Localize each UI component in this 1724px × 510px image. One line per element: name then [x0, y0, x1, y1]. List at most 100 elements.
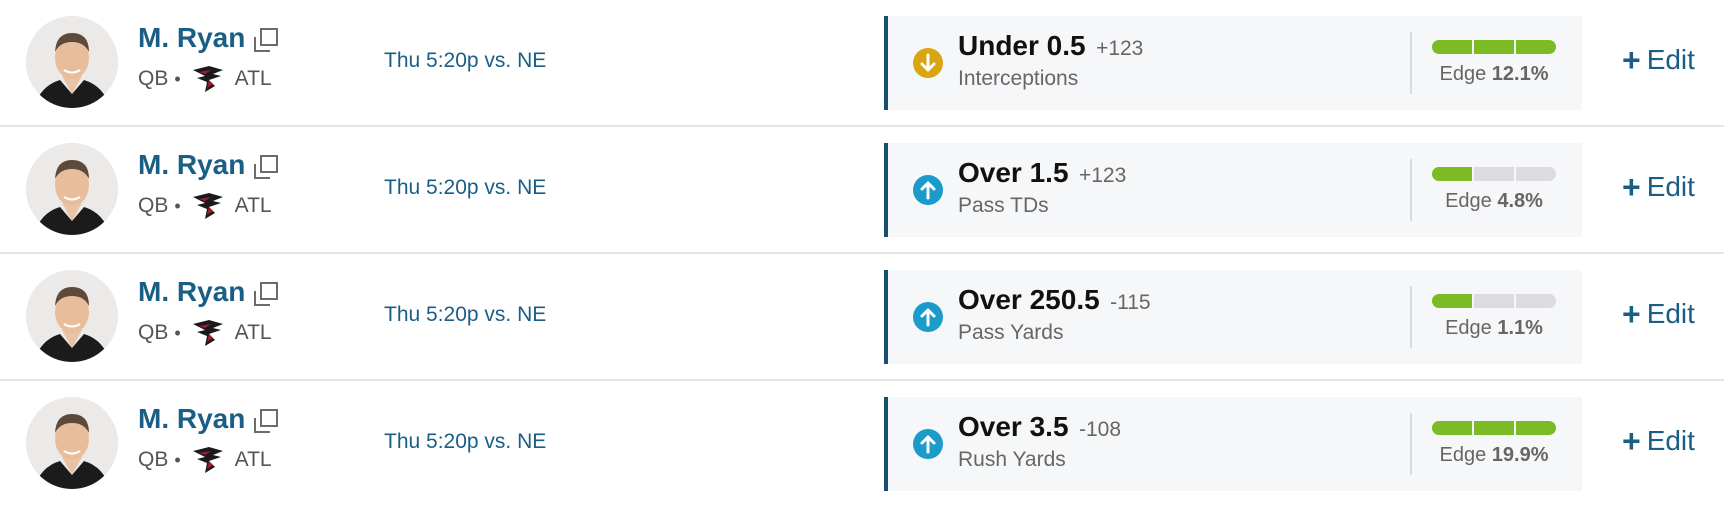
- game-info[interactable]: Thu 5:20p vs. NE: [384, 303, 546, 327]
- edit-button[interactable]: + Edit: [1622, 44, 1695, 76]
- prop-row: M. Ryan QB • ATL Thu 5:20p vs. NE Over 3…: [0, 381, 1724, 508]
- player-avatar: [26, 397, 118, 489]
- edge-meter: [1432, 294, 1556, 308]
- pick-card: Over 3.5 -108 Rush Yards Edge 19.9%: [884, 397, 1582, 491]
- edit-button[interactable]: + Edit: [1622, 425, 1695, 457]
- separator-dot: •: [174, 195, 181, 216]
- odds: -108: [1078, 418, 1122, 441]
- edge-meter-segment: [1432, 294, 1472, 308]
- team-abbr: ATL: [234, 194, 272, 217]
- falcons-logo-icon: [192, 447, 223, 473]
- edge-text: Edge 4.8%: [1412, 190, 1576, 213]
- game-info[interactable]: Thu 5:20p vs. NE: [384, 49, 546, 73]
- player-position: QB: [138, 448, 169, 471]
- player-name[interactable]: M. Ryan: [138, 403, 245, 435]
- player-meta: QB • ATL: [138, 64, 272, 94]
- pick-line: Under 0.5 +123: [958, 30, 1143, 62]
- player-meta: QB • ATL: [138, 445, 272, 475]
- arrow-down-circle-icon: [913, 48, 943, 78]
- falcons-logo-icon: [192, 193, 223, 219]
- edit-label: Edit: [1646, 44, 1695, 75]
- line-label: Over 250.5: [958, 284, 1100, 315]
- plus-icon: +: [1622, 42, 1641, 78]
- edge-meter-segment: [1432, 167, 1472, 181]
- game-info[interactable]: Thu 5:20p vs. NE: [384, 176, 546, 200]
- edge-meter: [1432, 421, 1556, 435]
- player-avatar: [26, 16, 118, 108]
- line-label: Under 0.5: [958, 30, 1086, 61]
- edge-meter-segment: [1516, 421, 1556, 435]
- external-link-icon[interactable]: [252, 153, 280, 181]
- pick-card: Over 250.5 -115 Pass Yards Edge 1.1%: [884, 270, 1582, 364]
- edge-meter-segment: [1516, 294, 1556, 308]
- external-link-icon[interactable]: [252, 407, 280, 435]
- arrow-up-circle-icon: [913, 302, 943, 332]
- edge-label: Edge: [1439, 63, 1487, 85]
- edge-meter-segment: [1516, 167, 1556, 181]
- edge-text: Edge 1.1%: [1412, 317, 1576, 340]
- game-info[interactable]: Thu 5:20p vs. NE: [384, 430, 546, 454]
- stat-name: Pass TDs: [958, 194, 1049, 217]
- plus-icon: +: [1622, 169, 1641, 205]
- edge-meter: [1432, 167, 1556, 181]
- pick-card: Over 1.5 +123 Pass TDs Edge 4.8%: [884, 143, 1582, 237]
- edit-button[interactable]: + Edit: [1622, 298, 1695, 330]
- separator-dot: •: [174, 68, 181, 89]
- player-meta: QB • ATL: [138, 191, 272, 221]
- pick-line: Over 3.5 -108: [958, 411, 1121, 443]
- team-abbr: ATL: [234, 321, 272, 344]
- external-link-icon[interactable]: [252, 280, 280, 308]
- edge-value: 1.1%: [1497, 317, 1543, 339]
- player-name[interactable]: M. Ryan: [138, 276, 245, 308]
- odds: +123: [1078, 164, 1127, 187]
- odds: -115: [1110, 291, 1151, 314]
- stat-name: Pass Yards: [958, 321, 1064, 344]
- prop-row: M. Ryan QB • ATL Thu 5:20p vs. NE Under …: [0, 0, 1724, 127]
- player-meta: QB • ATL: [138, 318, 272, 348]
- team-abbr: ATL: [234, 67, 272, 90]
- pick-line: Over 250.5 -115: [958, 284, 1151, 316]
- line-label: Over 3.5: [958, 411, 1069, 442]
- prop-list: M. Ryan QB • ATL Thu 5:20p vs. NE Under …: [0, 0, 1724, 508]
- edge-text: Edge 12.1%: [1412, 63, 1576, 86]
- edge-meter-segment: [1432, 421, 1472, 435]
- edge-text: Edge 19.9%: [1412, 444, 1576, 467]
- player-position: QB: [138, 321, 169, 344]
- odds: +123: [1096, 37, 1144, 60]
- edge-value: 12.1%: [1491, 63, 1549, 85]
- team-abbr: ATL: [234, 448, 272, 471]
- prop-row: M. Ryan QB • ATL Thu 5:20p vs. NE Over 1…: [0, 127, 1724, 254]
- player-name[interactable]: M. Ryan: [138, 22, 245, 54]
- edge-value: 4.8%: [1497, 190, 1543, 212]
- separator-dot: •: [174, 322, 181, 343]
- edge-meter-segment: [1474, 167, 1514, 181]
- edge-meter-segment: [1474, 421, 1514, 435]
- player-name[interactable]: M. Ryan: [138, 149, 245, 181]
- edge-meter-segment: [1516, 40, 1556, 54]
- arrow-up-circle-icon: [913, 175, 943, 205]
- edit-label: Edit: [1646, 425, 1695, 456]
- edge-meter-segment: [1474, 40, 1514, 54]
- edit-label: Edit: [1646, 298, 1695, 329]
- player-avatar: [26, 270, 118, 362]
- arrow-up-circle-icon: [913, 429, 943, 459]
- prop-row: M. Ryan QB • ATL Thu 5:20p vs. NE Over 2…: [0, 254, 1724, 381]
- player-position: QB: [138, 194, 169, 217]
- edge-value: 19.9%: [1491, 444, 1549, 466]
- pick-card: Under 0.5 +123 Interceptions Edge 12.1%: [884, 16, 1582, 110]
- edge-meter-segment: [1432, 40, 1472, 54]
- edge-label: Edge: [1445, 190, 1492, 212]
- edge-meter: [1432, 40, 1556, 54]
- stat-name: Interceptions: [958, 67, 1079, 90]
- separator-dot: •: [174, 449, 181, 470]
- edge-meter-segment: [1474, 294, 1514, 308]
- falcons-logo-icon: [192, 320, 223, 346]
- plus-icon: +: [1622, 296, 1641, 332]
- stat-name: Rush Yards: [958, 448, 1066, 471]
- plus-icon: +: [1622, 423, 1641, 459]
- edit-button[interactable]: + Edit: [1622, 171, 1695, 203]
- player-position: QB: [138, 67, 169, 90]
- external-link-icon[interactable]: [252, 26, 280, 54]
- edge-label: Edge: [1439, 444, 1487, 466]
- pick-line: Over 1.5 +123: [958, 157, 1126, 189]
